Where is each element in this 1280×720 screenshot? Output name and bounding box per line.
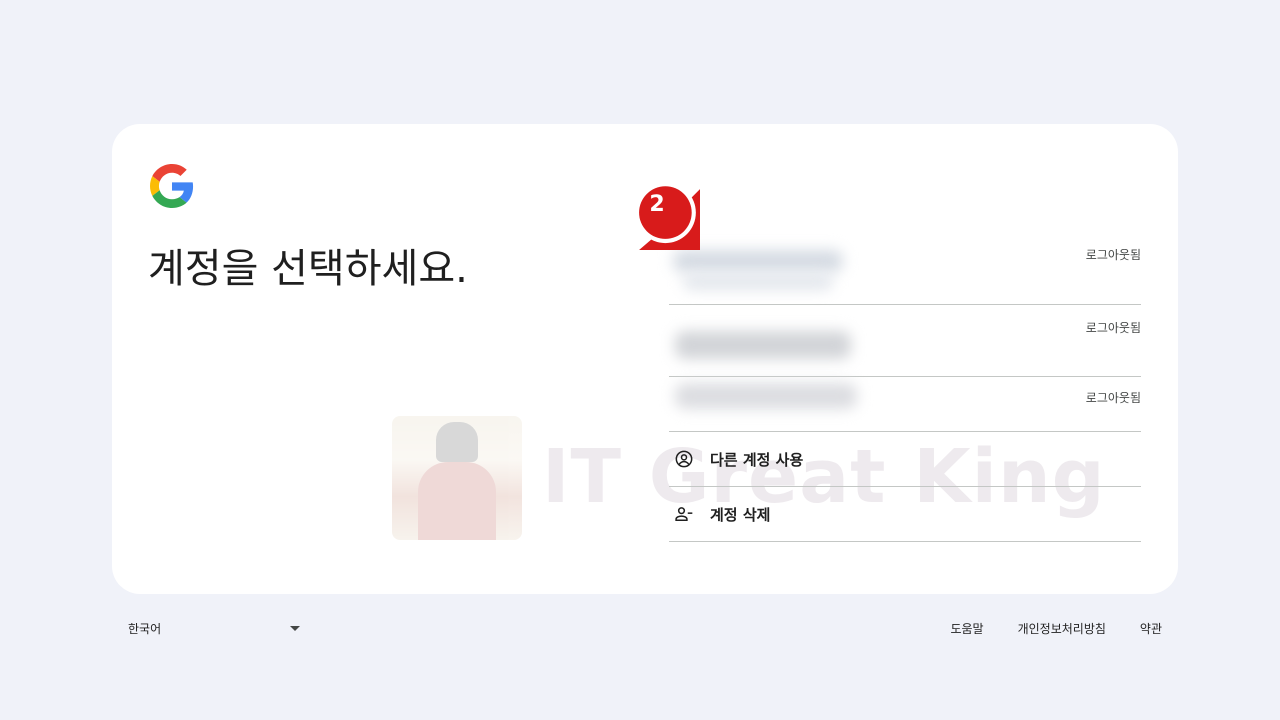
remove-account-label: 계정 삭제: [710, 505, 771, 524]
blurred-account-name: [673, 250, 843, 272]
blurred-account-email: [683, 274, 833, 290]
footer-links: 도움말 개인정보처리방침 약관: [950, 620, 1162, 637]
help-link[interactable]: 도움말: [950, 620, 983, 637]
account-row[interactable]: 로그아웃됨: [669, 377, 1141, 432]
google-logo-icon: [150, 164, 194, 208]
signed-out-label: 로그아웃됨: [1085, 321, 1141, 335]
footer: 한국어 도움말 개인정보처리방침 약관: [0, 612, 1280, 642]
account-circle-icon: [675, 450, 693, 468]
language-selector[interactable]: 한국어: [128, 620, 300, 637]
use-another-account-label: 다른 계정 사용: [710, 450, 804, 469]
step-number: 2: [649, 192, 665, 217]
privacy-link[interactable]: 개인정보처리방침: [1018, 620, 1106, 637]
signed-out-label: 로그아웃됨: [1085, 248, 1141, 262]
watermark-image: [392, 416, 522, 540]
signed-out-label: 로그아웃됨: [1085, 391, 1141, 405]
page-title: 계정을 선택하세요.: [148, 246, 468, 292]
account-list: 로그아웃됨 로그아웃됨 로그아웃됨 다른 계정 사용 계정 삭제: [669, 232, 1141, 542]
person-remove-icon: [675, 507, 693, 521]
terms-link[interactable]: 약관: [1140, 620, 1162, 637]
use-another-account-button[interactable]: 다른 계정 사용: [669, 432, 1141, 487]
blurred-account-name: [675, 383, 857, 409]
dropdown-arrow-icon: [290, 625, 300, 631]
account-row[interactable]: 로그아웃됨: [669, 232, 1141, 305]
language-label: 한국어: [128, 622, 162, 636]
remove-account-button[interactable]: 계정 삭제: [669, 487, 1141, 542]
account-row[interactable]: 로그아웃됨: [669, 305, 1141, 377]
blurred-account-name: [675, 331, 851, 359]
